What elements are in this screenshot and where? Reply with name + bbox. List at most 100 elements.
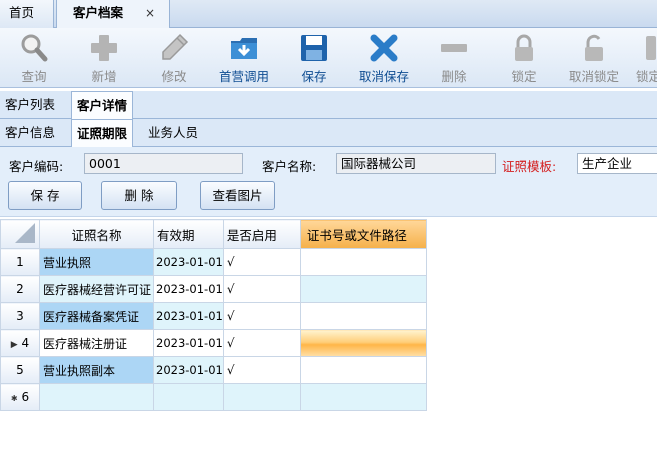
query-label: 查询 <box>21 69 47 84</box>
row-number[interactable]: 5 <box>0 356 40 384</box>
license-name-cell[interactable] <box>39 383 154 411</box>
folder-download-icon <box>231 38 257 59</box>
path-cell[interactable] <box>299 275 427 303</box>
license-template-select[interactable]: 生产企业 <box>577 153 657 174</box>
tab-customer-list[interactable]: 客户列表 <box>0 91 60 119</box>
tab-home[interactable]: 首页 <box>0 0 54 28</box>
license-grid: 证照名称 有效期 是否启用 证书号或文件路径 1 营业执照 2023-01-01… <box>0 219 427 411</box>
unlock-button[interactable]: 取消锁定 <box>564 32 624 86</box>
path-cell[interactable] <box>299 302 427 330</box>
cancel-save-label: 取消保存 <box>358 69 409 84</box>
license-name-cell[interactable]: 营业执照 <box>39 248 154 276</box>
delete-license-button[interactable]: 删 除 <box>101 181 177 210</box>
table-row[interactable]: 5 营业执照副本 2023-01-01 √ <box>0 356 427 384</box>
pencil-icon <box>162 33 189 60</box>
column-header-enabled[interactable]: 是否启用 <box>222 219 301 249</box>
select-all-icon <box>15 222 35 243</box>
enabled-check-cell[interactable]: √ <box>222 302 301 330</box>
row-number-text: 6 <box>21 390 30 404</box>
info-tab-bar: 客户信息 证照期限 业务人员 <box>0 119 657 148</box>
valid-date-cell[interactable]: 2023-01-01 <box>153 302 224 330</box>
import-button[interactable]: 首营调用 <box>214 32 274 86</box>
enabled-check-cell[interactable]: √ <box>222 329 301 357</box>
table-row[interactable]: 1 营业执照 2023-01-01 √ <box>0 248 427 276</box>
lock-icon <box>646 36 656 60</box>
table-row-current[interactable]: ▶ 4 医疗器械注册证 2023-01-01 √ <box>0 329 427 357</box>
save-button[interactable]: 保存 <box>290 32 338 86</box>
valid-date-cell[interactable]: 2023-01-01 <box>153 275 224 303</box>
edit-label: 修改 <box>161 69 187 84</box>
add-label: 新增 <box>91 69 117 84</box>
enabled-check-cell[interactable] <box>222 383 301 411</box>
customer-name-field[interactable]: 国际器械公司 <box>336 153 496 174</box>
table-row[interactable]: 3 医疗器械备案凭证 2023-01-01 √ <box>0 302 427 330</box>
row-number[interactable]: ▶ 4 <box>0 329 40 357</box>
import-label: 首营调用 <box>218 69 269 84</box>
valid-date-cell[interactable]: 2023-01-01 <box>153 356 224 384</box>
plus-icon <box>91 35 117 61</box>
enabled-check-cell[interactable]: √ <box>222 356 301 384</box>
lock-icon <box>515 34 533 61</box>
x-icon <box>370 34 398 62</box>
customer-code-field[interactable]: 0001 <box>84 153 243 174</box>
valid-date-cell[interactable]: 2023-01-01 <box>153 248 224 276</box>
lock-button-2[interactable]: 锁定 <box>636 32 657 86</box>
valid-date-cell[interactable]: 2023-01-01 <box>153 329 224 357</box>
path-cell[interactable] <box>299 383 427 411</box>
view-image-button[interactable]: 查看图片 <box>200 181 275 210</box>
license-template-label: 证照模板: <box>502 159 557 174</box>
license-name-cell[interactable]: 医疗器械经营许可证 <box>39 275 154 303</box>
cancel-save-button[interactable]: 取消保存 <box>354 32 414 86</box>
tab-license-period[interactable]: 证照期限 <box>71 119 134 148</box>
customer-form: 客户编码: 0001 客户名称: 国际器械公司 证照模板: 生产企业 保 存 删… <box>0 147 657 217</box>
path-cell-selected[interactable] <box>299 329 427 357</box>
new-row-marker-icon: ✱ <box>10 394 18 403</box>
delete-label: 删除 <box>441 69 467 84</box>
query-button[interactable]: 查询 <box>8 32 60 86</box>
row-number-text: 4 <box>21 336 30 350</box>
valid-date-cell[interactable] <box>153 383 224 411</box>
save-label: 保存 <box>301 69 327 84</box>
current-row-marker-icon: ▶ <box>10 340 18 350</box>
lock-label: 锁定 <box>511 69 537 84</box>
column-header-path[interactable]: 证书号或文件路径 <box>299 219 427 249</box>
tab-customer-archive-label: 客户档案 <box>73 5 124 20</box>
column-header-valid-date[interactable]: 有效期 <box>153 219 224 249</box>
row-number[interactable]: 1 <box>0 248 40 276</box>
add-button[interactable]: 新增 <box>78 32 130 86</box>
search-icon <box>21 34 48 62</box>
enabled-check-cell[interactable]: √ <box>222 248 301 276</box>
tab-customer-archive[interactable]: 客户档案 × <box>56 0 170 29</box>
unlock-label: 取消锁定 <box>568 69 619 84</box>
row-number[interactable]: ✱ 6 <box>0 383 40 411</box>
lock-label-2: 锁定 <box>636 69 657 84</box>
lock-button[interactable]: 锁定 <box>498 32 550 86</box>
customer-name-label: 客户名称: <box>262 159 317 174</box>
tab-customer-detail[interactable]: 客户详情 <box>71 91 134 120</box>
minus-icon <box>441 44 467 52</box>
enabled-check-cell[interactable]: √ <box>222 275 301 303</box>
table-row-new[interactable]: ✱ 6 <box>0 383 427 411</box>
close-icon[interactable]: × <box>145 0 155 26</box>
row-number[interactable]: 3 <box>0 302 40 330</box>
toolbar: 查询 新增 修改 首营调用 保存 取消保存 删除 锁定 取消锁定 锁定 <box>0 28 657 88</box>
path-cell[interactable] <box>299 356 427 384</box>
save-license-button[interactable]: 保 存 <box>8 181 82 210</box>
tab-customer-info[interactable]: 客户信息 <box>0 119 60 147</box>
table-row[interactable]: 2 医疗器械经营许可证 2023-01-01 √ <box>0 275 427 303</box>
edit-button[interactable]: 修改 <box>148 32 200 86</box>
top-tab-bar: 首页 客户档案 × <box>0 0 657 29</box>
detail-tab-bar: 客户列表 客户详情 <box>0 91 657 120</box>
path-cell[interactable] <box>299 248 427 276</box>
column-header-license-name[interactable]: 证照名称 <box>39 219 154 249</box>
grid-corner[interactable] <box>0 219 40 249</box>
license-name-cell[interactable]: 营业执照副本 <box>39 356 154 384</box>
floppy-disk-icon <box>301 35 327 61</box>
delete-button[interactable]: 删除 <box>428 32 480 86</box>
customer-code-label: 客户编码: <box>9 159 64 174</box>
unlock-icon <box>585 34 603 61</box>
license-name-cell[interactable]: 医疗器械注册证 <box>39 329 154 357</box>
row-number[interactable]: 2 <box>0 275 40 303</box>
tab-sales-staff[interactable]: 业务人员 <box>143 119 203 147</box>
license-name-cell[interactable]: 医疗器械备案凭证 <box>39 302 154 330</box>
